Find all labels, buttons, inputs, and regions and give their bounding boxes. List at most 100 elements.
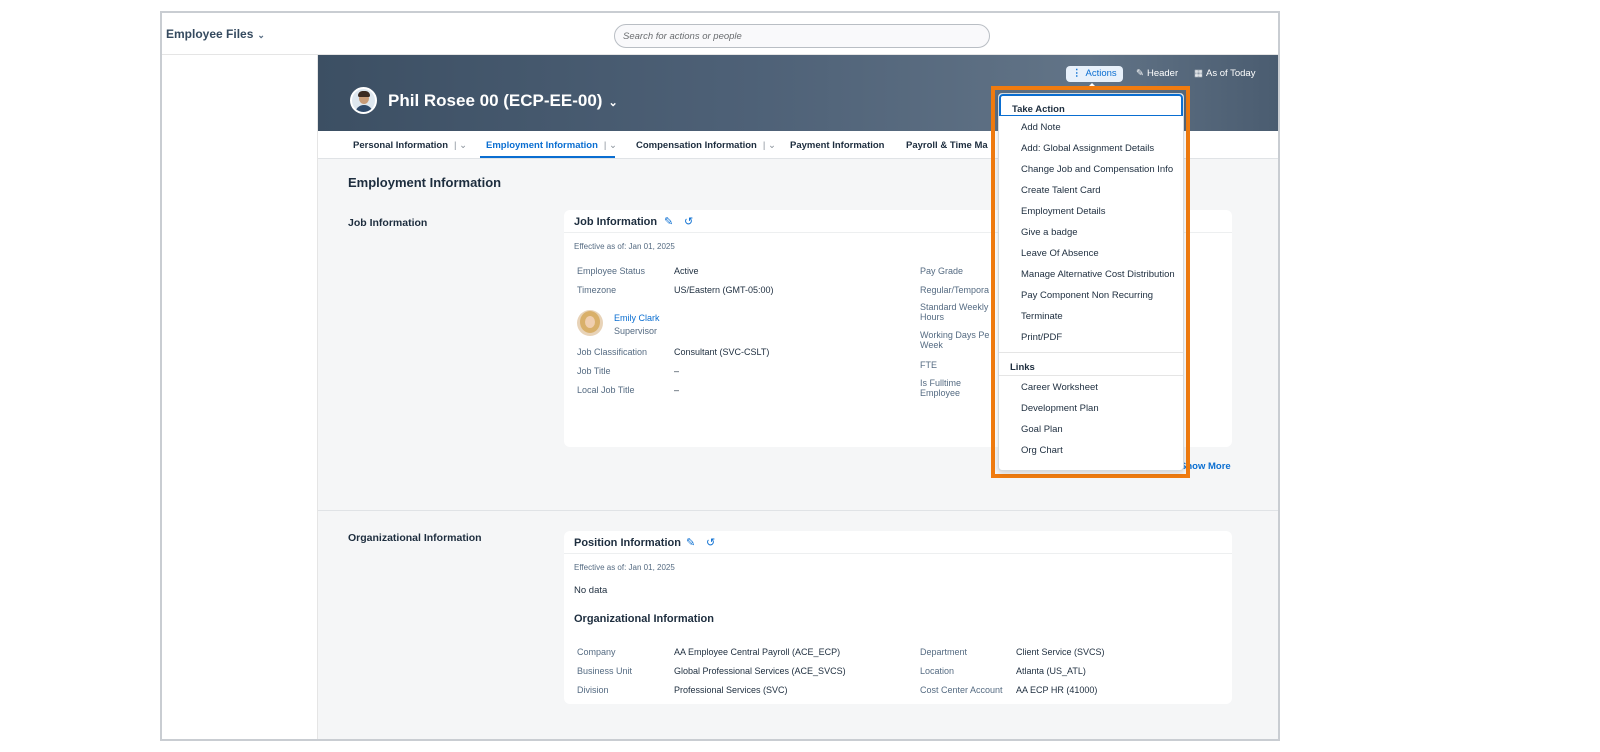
tab-payment-information[interactable]: Payment Information bbox=[790, 140, 885, 151]
history-icon[interactable]: ↺ bbox=[684, 215, 693, 228]
field-label: Pay Grade bbox=[920, 266, 964, 276]
job-section-label: Job Information bbox=[348, 217, 428, 229]
header-label: Header bbox=[1146, 68, 1179, 79]
shell-bar: Employee Files ⌄ Search for actions or pe… bbox=[162, 13, 1278, 55]
tab-payroll-time[interactable]: Payroll & Time Ma bbox=[906, 140, 988, 151]
card-title: Position Information bbox=[574, 537, 681, 549]
avatar bbox=[350, 87, 377, 114]
history-icon[interactable]: ↺ bbox=[706, 536, 715, 549]
field-label: Local Job Title bbox=[577, 385, 635, 395]
pencil-icon: ✎ bbox=[1136, 68, 1144, 79]
field-value: AA ECP HR (41000) bbox=[1016, 685, 1098, 695]
active-tab-indicator bbox=[480, 156, 615, 158]
no-data-text: No data bbox=[574, 585, 608, 596]
page-title: Employment Information bbox=[348, 175, 502, 190]
field-label: Is Fulltime Employee bbox=[920, 378, 962, 398]
links-heading: Links bbox=[1010, 362, 1035, 373]
tab-personal-information[interactable]: Personal Information | ⌄ bbox=[353, 140, 467, 151]
menu-item-add-note[interactable]: Add Note bbox=[1021, 122, 1061, 133]
effective-date: Effective as of: Jan 01, 2025 bbox=[574, 563, 675, 572]
field-label: Employee Status bbox=[577, 266, 646, 276]
tab-label: Payroll & Time Ma bbox=[906, 140, 988, 151]
effective-date: Effective as of: Jan 01, 2025 bbox=[574, 242, 675, 251]
menu-item-global-assignment[interactable]: Add: Global Assignment Details bbox=[1021, 143, 1154, 154]
take-action-heading: Take Action bbox=[999, 94, 1183, 116]
field-value: – bbox=[674, 366, 680, 376]
field-label: Job Title bbox=[577, 366, 611, 376]
app-title-menu[interactable]: Employee Files ⌄ bbox=[166, 27, 265, 41]
menu-item-pay-component[interactable]: Pay Component Non Recurring bbox=[1021, 290, 1153, 301]
menu-item-leave-of-absence[interactable]: Leave Of Absence bbox=[1021, 248, 1099, 259]
position-information-card: Position Information ✎ ↺ Effective as of… bbox=[564, 531, 1232, 704]
field-label: FTE bbox=[920, 360, 937, 370]
menu-item-cost-distribution[interactable]: Manage Alternative Cost Distribution bbox=[1021, 269, 1175, 280]
menu-item-print-pdf[interactable]: Print/PDF bbox=[1021, 332, 1062, 343]
pencil-icon[interactable]: ✎ bbox=[686, 536, 695, 549]
menu-item-talent-card[interactable]: Create Talent Card bbox=[1021, 185, 1101, 196]
field-label: Regular/Tempora bbox=[920, 285, 990, 295]
field-value: Client Service (SVCS) bbox=[1016, 647, 1105, 657]
avatar[interactable] bbox=[577, 310, 603, 336]
as-of-label: As of Today bbox=[1205, 68, 1256, 79]
divider bbox=[318, 510, 1278, 511]
employee-name-selector[interactable]: Phil Rosee 00 (ECP-EE-00) ⌄ bbox=[388, 91, 618, 111]
field-label: Standard Weekly Hours bbox=[920, 302, 989, 322]
chevron-down-icon[interactable]: | ⌄ bbox=[454, 140, 467, 151]
tab-label: Personal Information bbox=[353, 140, 449, 151]
tab-employment-information[interactable]: Employment Information | ⌄ bbox=[486, 140, 617, 151]
menu-item-terminate[interactable]: Terminate bbox=[1021, 311, 1063, 322]
field-label: Cost Center Account bbox=[920, 685, 1003, 695]
field-label: Division bbox=[577, 685, 609, 695]
field-value: Atlanta (US_ATL) bbox=[1016, 666, 1086, 676]
field-value: Professional Services (SVC) bbox=[674, 685, 788, 695]
calendar-icon: ▦ bbox=[1194, 68, 1203, 79]
app-title-label: Employee Files bbox=[166, 27, 254, 41]
header-button[interactable]: ✎ Header bbox=[1136, 68, 1178, 79]
org-section-label: Organizational Information bbox=[348, 532, 482, 544]
more-vertical-icon: ⋮ bbox=[1072, 68, 1082, 79]
menu-item-employment-details[interactable]: Employment Details bbox=[1021, 206, 1105, 217]
chevron-down-icon: ⌄ bbox=[257, 30, 265, 40]
tab-label: Payment Information bbox=[790, 140, 885, 151]
field-value: US/Eastern (GMT-05:00) bbox=[674, 285, 774, 295]
menu-item-org-chart[interactable]: Org Chart bbox=[1021, 445, 1063, 456]
field-value: Consultant (SVC-CSLT) bbox=[674, 347, 770, 357]
field-label: Department bbox=[920, 647, 968, 657]
pencil-icon[interactable]: ✎ bbox=[664, 215, 673, 228]
menu-item-give-badge[interactable]: Give a badge bbox=[1021, 227, 1078, 238]
employee-name: Phil Rosee 00 (ECP-EE-00) bbox=[388, 91, 603, 110]
field-value: Global Professional Services (ACE_SVCS) bbox=[674, 666, 846, 676]
card-title: Job Information bbox=[574, 216, 658, 228]
supervisor-link[interactable]: Emily Clark bbox=[614, 313, 660, 323]
supervisor-role: Supervisor bbox=[614, 326, 658, 336]
search-input[interactable]: Search for actions or people bbox=[614, 24, 990, 48]
menu-item-development-plan[interactable]: Development Plan bbox=[1021, 403, 1099, 414]
field-label: Working Days Pe Week bbox=[920, 330, 990, 350]
field-value: – bbox=[674, 385, 680, 395]
tab-label: Compensation Information bbox=[636, 140, 757, 151]
field-value: Active bbox=[674, 266, 699, 276]
chevron-down-icon[interactable]: | ⌄ bbox=[604, 140, 617, 151]
search-placeholder: Search for actions or people bbox=[623, 31, 742, 42]
field-label: Timezone bbox=[577, 285, 617, 295]
field-value: AA Employee Central Payroll (ACE_ECP) bbox=[674, 647, 841, 657]
chevron-down-icon: ⌄ bbox=[608, 97, 618, 109]
actions-menu: Take Action Add Note Add: Global Assignm… bbox=[998, 93, 1184, 471]
as-of-today-button[interactable]: ▦ As of Today bbox=[1194, 68, 1255, 79]
chevron-down-icon[interactable]: | ⌄ bbox=[763, 140, 776, 151]
divider bbox=[999, 375, 1183, 376]
field-label: Company bbox=[577, 647, 616, 657]
menu-item-change-job[interactable]: Change Job and Compensation Info bbox=[1021, 164, 1173, 175]
actions-button[interactable]: ⋮ Actions bbox=[1066, 66, 1123, 82]
org-heading: Organizational Information bbox=[574, 613, 714, 625]
field-label: Job Classification bbox=[577, 347, 648, 357]
divider bbox=[999, 352, 1183, 353]
menu-item-goal-plan[interactable]: Goal Plan bbox=[1021, 424, 1063, 435]
field-label: Business Unit bbox=[577, 666, 633, 676]
actions-label: Actions bbox=[1085, 68, 1117, 79]
field-label: Location bbox=[920, 666, 955, 676]
tab-label: Employment Information bbox=[486, 140, 598, 151]
divider bbox=[564, 553, 1232, 554]
menu-item-career-worksheet[interactable]: Career Worksheet bbox=[1021, 382, 1098, 393]
tab-compensation-information[interactable]: Compensation Information | ⌄ bbox=[636, 140, 776, 151]
